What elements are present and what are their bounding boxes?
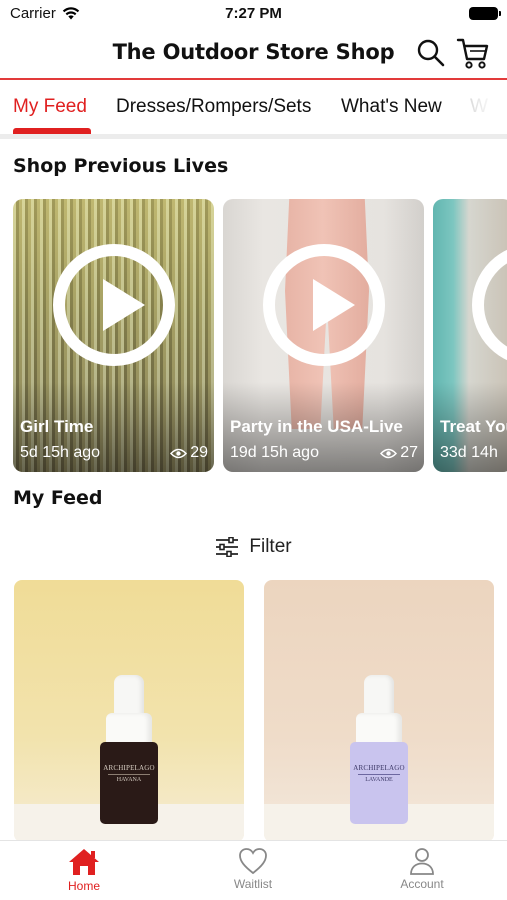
person-icon: [410, 848, 434, 875]
nav-waitlist[interactable]: Waitlist: [203, 847, 303, 891]
live-views: 27: [380, 444, 418, 462]
nav-account[interactable]: Account: [372, 847, 472, 891]
search-button[interactable]: [416, 38, 446, 68]
product-bottle: ARCHIPELAGO HAVANA: [100, 742, 158, 824]
live-card-party-usa[interactable]: Party in the USA-Live 19d 15h ago 27: [223, 199, 424, 472]
status-bar: Carrier 7:27 PM: [0, 0, 507, 28]
my-feed-heading: My Feed: [13, 487, 103, 509]
bottle-scent: HAVANA: [116, 777, 142, 783]
live-card-girl-time[interactable]: Girl Time 5d 15h ago 29: [13, 199, 214, 472]
sliders-icon: [216, 537, 239, 557]
heart-icon: [239, 848, 267, 875]
filter-button[interactable]: Filter: [0, 534, 507, 560]
view-count: 27: [400, 444, 418, 461]
bottle-rule: [358, 774, 400, 775]
product-bottle: ARCHIPELAGO LAVANDE: [350, 742, 408, 824]
bottle-rule: [108, 774, 150, 775]
battery-icon: [469, 7, 501, 20]
live-title: Party in the USA-Live: [230, 417, 403, 436]
live-time-ago: 5d 15h ago: [20, 444, 101, 461]
tab-whats-new[interactable]: What's New: [341, 96, 442, 118]
tab-dresses-rompers-sets[interactable]: Dresses/Rompers/Sets: [116, 96, 311, 118]
tabs-fade: [447, 82, 507, 134]
previous-lives-heading: Shop Previous Lives: [13, 155, 229, 177]
bottle-brand: ARCHIPELAGO: [103, 764, 155, 772]
bottle-scent: LAVANDE: [365, 777, 393, 783]
tab-my-feed[interactable]: My Feed: [13, 96, 87, 118]
product-card[interactable]: ARCHIPELAGO HAVANA: [14, 580, 244, 842]
app-header: The Outdoor Store Shop: [0, 28, 507, 80]
nav-home-label: Home: [67, 879, 100, 893]
search-icon: [417, 39, 445, 67]
live-time-ago: 33d 14h: [440, 444, 498, 461]
live-title: Girl Time: [20, 417, 94, 436]
product-card[interactable]: ARCHIPELAGO LAVANDE: [264, 580, 494, 842]
nav-waitlist-label: Waitlist: [233, 877, 273, 891]
bottom-tab-bar: Home Waitlist Account: [0, 840, 507, 900]
filter-label: Filter: [249, 536, 292, 557]
play-icon: [262, 244, 385, 366]
play-icon: [472, 244, 507, 366]
eye-icon: [380, 448, 398, 458]
category-tabs: My Feed Dresses/Rompers/Sets What's New …: [0, 82, 507, 134]
live-time-ago: 19d 15h ago: [230, 444, 319, 461]
clock: 7:27 PM: [225, 5, 282, 22]
play-icon: [52, 244, 175, 366]
live-title: Treat You: [440, 417, 507, 436]
home-icon: [69, 849, 99, 875]
live-views: 29: [170, 444, 208, 462]
nav-home[interactable]: Home: [34, 847, 134, 893]
view-count: 29: [190, 444, 208, 461]
eye-icon: [170, 448, 188, 458]
cart-button[interactable]: [456, 36, 490, 70]
tabs-divider: [0, 134, 507, 139]
bottle-brand: ARCHIPELAGO: [353, 764, 405, 772]
live-card-treat-you[interactable]: Treat You 33d 14h: [433, 199, 507, 472]
nav-account-label: Account: [400, 877, 444, 891]
cart-icon: [456, 38, 489, 69]
